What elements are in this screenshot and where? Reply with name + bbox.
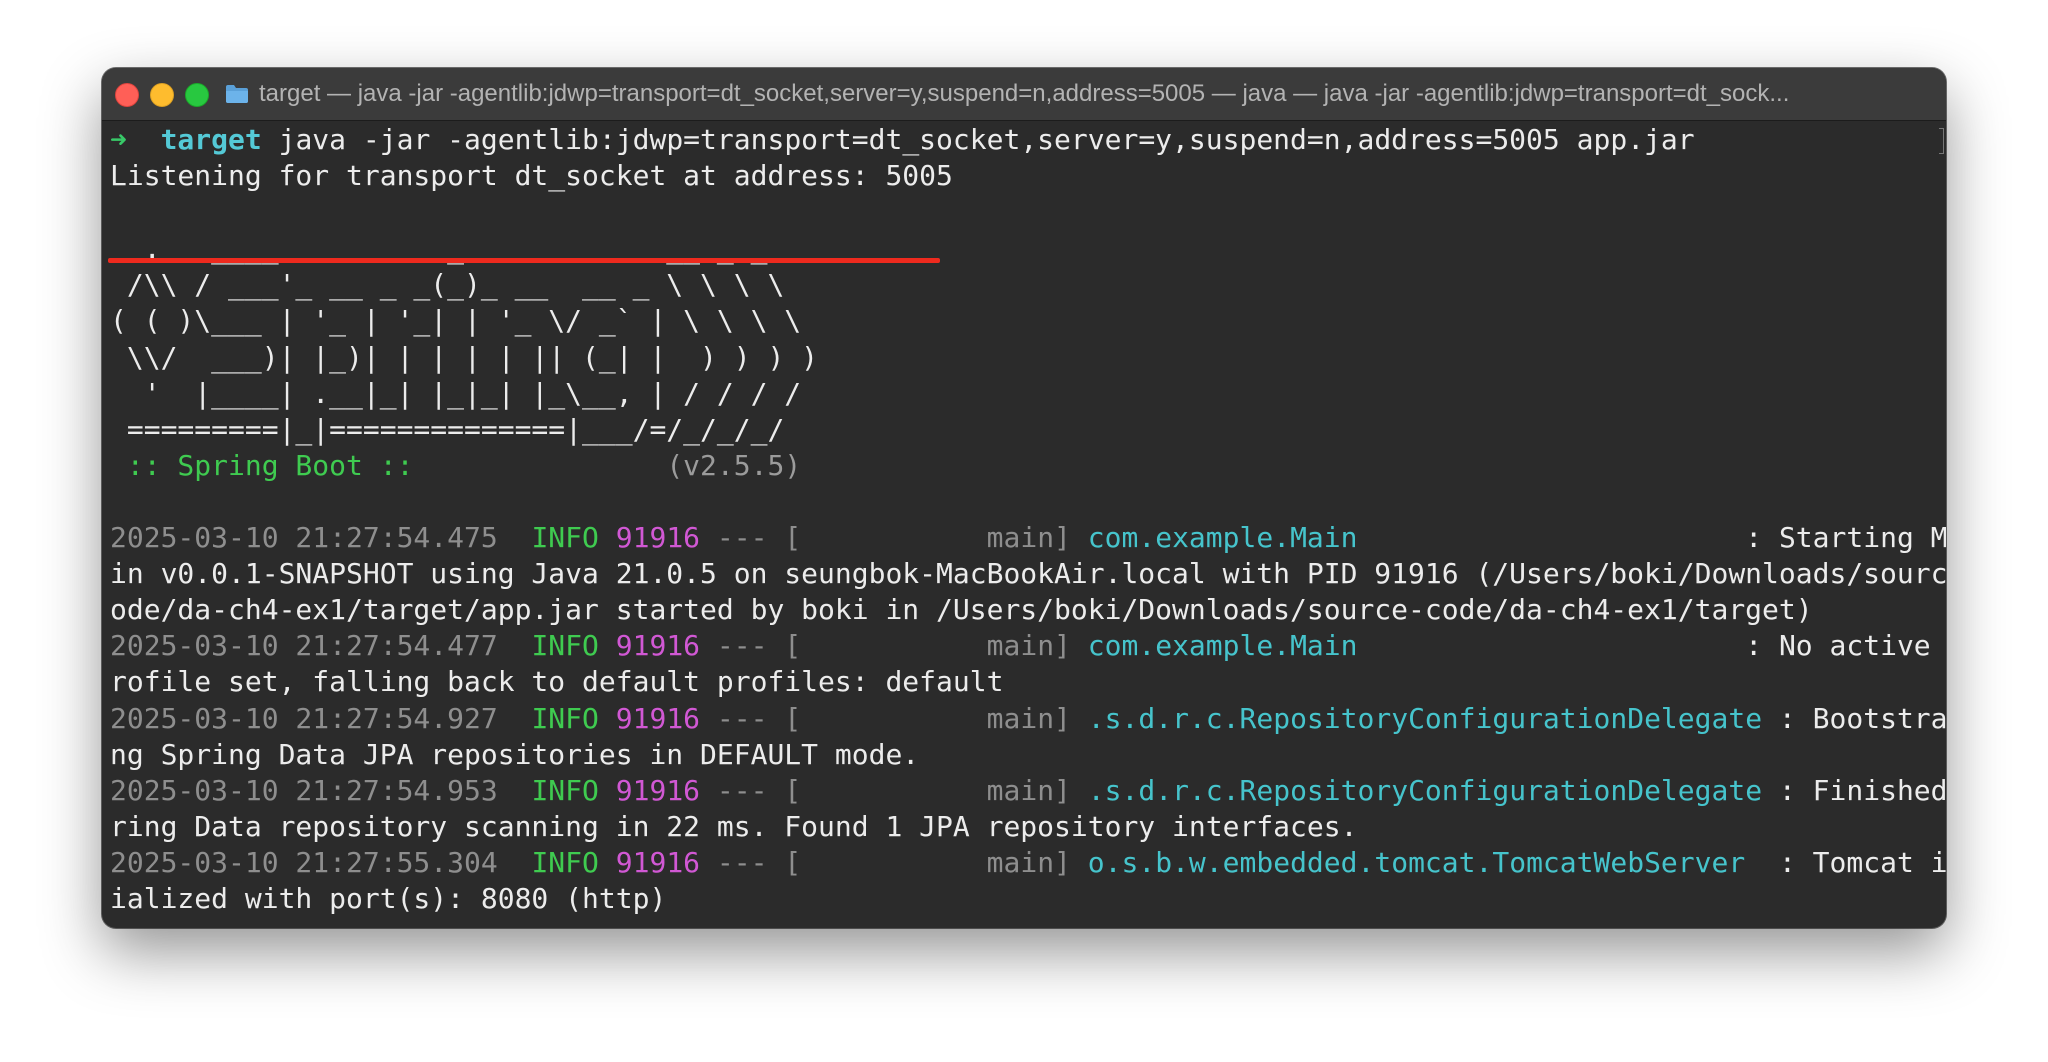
- log-line: 2025-03-10 21:27:54.477 INFO 91916 --- […: [110, 628, 1946, 664]
- log-message: : Starting Ma: [1728, 521, 1946, 554]
- window-title: target — java -jar -agentlib:jdwp=transp…: [259, 80, 1790, 107]
- log-continuation: ialized with port(s): 8080 (http): [110, 882, 667, 915]
- log-pid: 91916: [615, 521, 701, 554]
- prompt-directory: target: [160, 123, 262, 156]
- log-pid: 91916: [615, 701, 701, 735]
- banner-line: /\\ / ___'_ __ _ _(_)_ __ __ _ \ \ \ \: [110, 268, 785, 301]
- minimize-icon[interactable]: [150, 83, 174, 107]
- log-level: INFO: [531, 521, 599, 554]
- log-level: INFO: [531, 773, 599, 807]
- log-line: 2025-03-10 21:27:54.953 INFO 91916 --- […: [110, 773, 1946, 809]
- spring-boot-label: :: Spring Boot ::: [110, 449, 431, 482]
- log-thread: --- [ main]: [716, 701, 1071, 735]
- log-level: INFO: [531, 629, 599, 663]
- close-icon[interactable]: [115, 83, 139, 107]
- prompt-arrow-icon: ➜: [110, 123, 127, 156]
- log-continuation: in v0.0.1-SNAPSHOT using Java 21.0.5 on …: [110, 557, 1946, 591]
- banner-line: \\/ ___)| |_)| | | | | || (_| | ) ) ) ): [110, 341, 819, 374]
- log-line: 2025-03-10 21:27:55.304 INFO 91916 --- […: [110, 845, 1946, 881]
- listening-line: Listening for transport dt_socket at add…: [110, 159, 953, 192]
- log-continuation: ode/da-ch4-ex1/target/app.jar started by…: [110, 593, 1813, 627]
- log-thread: --- [ main]: [716, 629, 1071, 663]
- log-logger: .s.d.r.c.RepositoryConfigurationDelegate: [1087, 773, 1763, 807]
- scroll-indicator: [1939, 128, 1944, 154]
- log-timestamp: 2025-03-10 21:27:54.927: [110, 701, 498, 735]
- log-message: : Bootstrappi: [1778, 701, 1946, 735]
- log-timestamp: 2025-03-10 21:27:54.953: [110, 773, 498, 807]
- terminal-output[interactable]: ➜ target java -jar -agentlib:jdwp=transp…: [108, 120, 1946, 928]
- terminal-window: target — java -jar -agentlib:jdwp=transp…: [102, 68, 1946, 928]
- log-line: 2025-03-10 21:27:54.475 INFO 91916 --- […: [110, 520, 1946, 556]
- log-line: 2025-03-10 21:27:54.927 INFO 91916 --- […: [110, 701, 1946, 737]
- log-logger: com.example.Main: [1087, 629, 1358, 663]
- title-bar[interactable]: target — java -jar -agentlib:jdwp=transp…: [102, 68, 1946, 121]
- log-level: INFO: [531, 845, 599, 879]
- log-timestamp: 2025-03-10 21:27:54.477: [110, 629, 498, 663]
- log-logger: com.example.Main: [1087, 521, 1358, 554]
- spring-boot-line: :: Spring Boot :: (v2.5.5): [110, 448, 801, 484]
- maximize-icon[interactable]: [185, 83, 209, 107]
- log-thread: --- [ main]: [716, 521, 1071, 554]
- prompt-command: java -jar -agentlib:jdwp=transport=dt_so…: [278, 123, 1695, 156]
- log-pid: 91916: [615, 773, 701, 807]
- log-message: : Finished Sp: [1778, 773, 1946, 807]
- version-padding: [430, 449, 666, 482]
- banner-line: . ____ _ __ _ _: [110, 232, 768, 265]
- log-message: : Tomcat init: [1778, 845, 1946, 879]
- folder-icon: [226, 85, 248, 103]
- log-timestamp: 2025-03-10 21:27:55.304: [110, 845, 498, 879]
- log-logger: .s.d.r.c.RepositoryConfigurationDelegate: [1087, 701, 1763, 735]
- log-level: INFO: [531, 701, 599, 735]
- log-continuation: rofile set, falling back to default prof…: [110, 665, 1004, 699]
- log-thread: --- [ main]: [716, 845, 1071, 879]
- spring-boot-version: (v2.5.5): [666, 449, 802, 482]
- banner-line: =========|_|==============|___/=/_/_/_/: [110, 413, 785, 446]
- log-thread: --- [ main]: [716, 773, 1071, 807]
- log-timestamp: 2025-03-10 21:27:54.475: [110, 521, 498, 554]
- log-pid: 91916: [615, 845, 701, 879]
- log-continuation: ng Spring Data JPA repositories in DEFAU…: [110, 737, 920, 771]
- log-logger: o.s.b.w.embedded.tomcat.TomcatWebServer: [1087, 845, 1746, 879]
- prompt-line: ➜ target java -jar -agentlib:jdwp=transp…: [110, 122, 1695, 158]
- banner-line: ' |____| .__|_| |_|_| |_\__, | / / / /: [110, 377, 802, 410]
- banner-line: ( ( )\___ | '_ | '_| | '_ \/ _` | \ \ \ …: [110, 304, 802, 337]
- log-message: : No active p: [1728, 629, 1946, 663]
- log-pid: 91916: [615, 629, 701, 663]
- log-continuation: ring Data repository scanning in 22 ms. …: [110, 809, 1358, 843]
